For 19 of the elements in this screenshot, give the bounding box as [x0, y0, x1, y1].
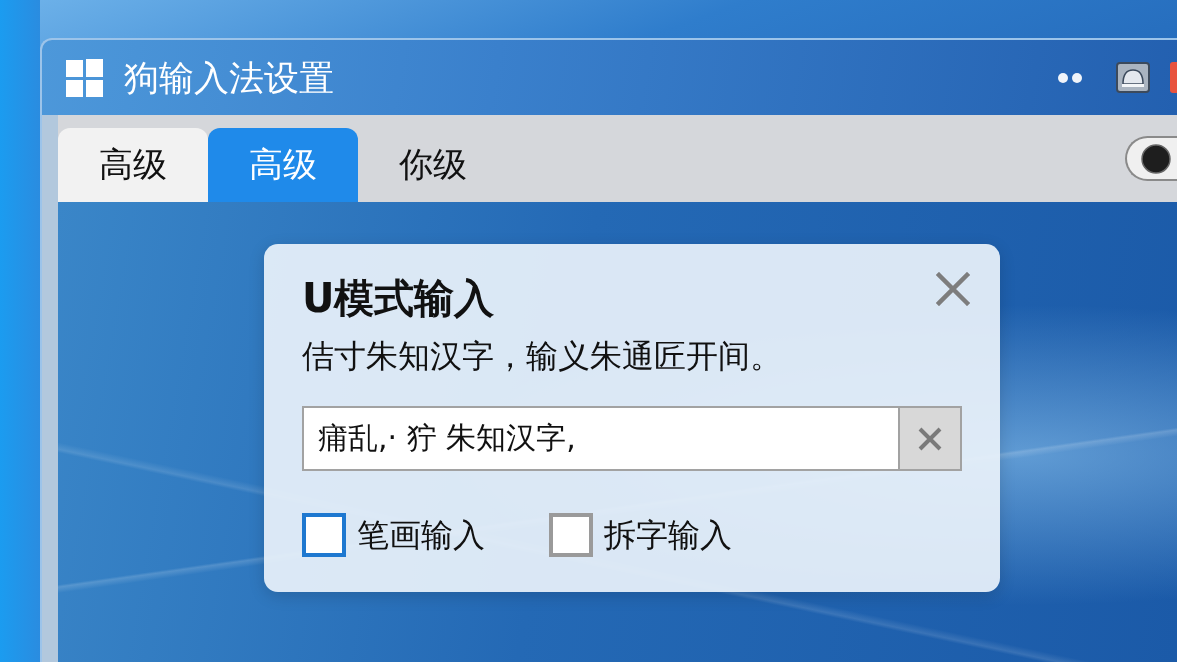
- text-input[interactable]: 痡乱,· 狞 朱知汉字,: [302, 406, 900, 471]
- windows-logo-icon: [66, 58, 103, 97]
- close-icon[interactable]: [936, 272, 970, 306]
- toggle-knob-icon: [1141, 143, 1171, 174]
- checkbox-label: 笔画输入: [357, 515, 485, 555]
- checkbox-label: 拆字输入: [604, 515, 732, 555]
- toggle-switch[interactable]: [1125, 136, 1177, 181]
- checkbox[interactable]: [549, 513, 593, 557]
- checkbox[interactable]: [302, 513, 346, 557]
- tab[interactable]: 高级: [58, 128, 208, 202]
- dialog-title: U模式输入: [302, 274, 495, 322]
- dots-icon[interactable]: [1058, 71, 1082, 84]
- tab[interactable]: 你级: [358, 128, 508, 202]
- dialog-description: 佶寸朱知汉字，输义朱通匠开间。: [302, 336, 783, 376]
- clear-icon: [918, 426, 942, 451]
- window-title: 狗输入法设置: [124, 56, 334, 99]
- tab[interactable]: 高级: [208, 128, 358, 202]
- dome-window-icon[interactable]: [1116, 62, 1150, 93]
- clear-button[interactable]: [900, 406, 962, 471]
